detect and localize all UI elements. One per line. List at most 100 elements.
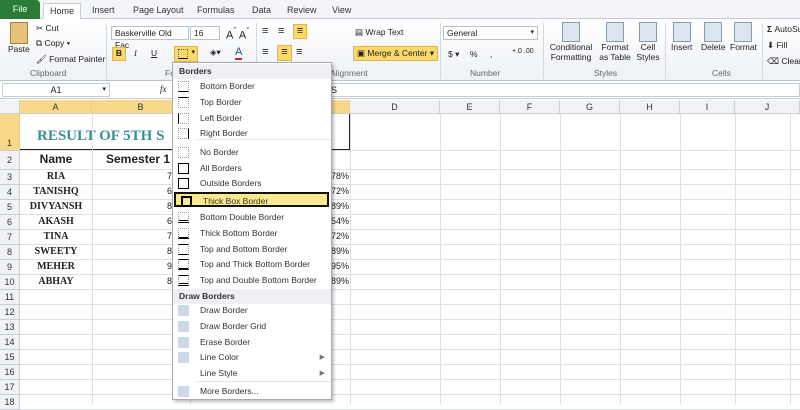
menu-item-line-style[interactable]: Line Style ▶ [173,366,331,381]
name-cell[interactable]: TANISHQ [20,186,92,197]
tab-file[interactable]: File [0,0,40,19]
menu-item-thick-box-border[interactable]: Thick Box Border [174,192,329,207]
column-header-d[interactable]: D [350,100,440,114]
column-header-e[interactable]: E [440,100,500,114]
format-as-table-button[interactable]: Format as Table [598,22,632,62]
name-box[interactable]: A1 ▾ [2,83,110,97]
menu-item-all-borders[interactable]: All Borders [173,161,331,176]
currency-button[interactable]: $ ▾ [448,49,459,60]
menu-item-top-border[interactable]: Top Border [173,95,331,110]
menu-item-left-border[interactable]: Left Border [173,111,331,126]
value-cell[interactable]: 7 [92,171,172,181]
value-cell[interactable]: 8 [92,201,172,211]
conditional-formatting-button[interactable]: Conditional Formatting [546,22,596,62]
row-header-1[interactable]: 1 [0,114,20,151]
align-right-icon[interactable]: ≡ [296,46,302,58]
row-header-6[interactable]: 6 [0,215,20,230]
number-format-select[interactable]: General ▾ [443,26,538,40]
row-header-8[interactable]: 8 [0,245,20,260]
name-cell[interactable]: AKASH [20,216,92,227]
insert-cells-button[interactable]: Insert [671,22,692,52]
tab-insert[interactable]: Insert [86,3,121,19]
name-cell[interactable]: DIVYANSH [20,201,92,212]
fill-button[interactable]: ⬇ Fill [767,40,787,51]
name-cell[interactable]: ABHAY [20,276,92,287]
align-center-icon[interactable]: ≡ [277,45,292,61]
row-header-9[interactable]: 9 [0,260,20,275]
spreadsheet-grid[interactable]: A B C D E F G H I J RESULT OF 5TH S Name… [0,100,800,410]
menu-item-right-border[interactable]: Right Border [173,126,331,141]
row-header-11[interactable]: 11 [0,290,20,305]
menu-item-top-and-bottom-border[interactable]: Top and Bottom Border [173,242,331,257]
format-painter-button[interactable]: 🖌 Format Painter [36,54,105,65]
format-cells-button[interactable]: Format [730,22,757,52]
name-cell[interactable]: RIA [20,171,92,182]
menu-item-draw-border[interactable]: Draw Border [173,303,331,318]
column-header-f[interactable]: F [500,100,560,114]
tab-data[interactable]: Data [246,3,277,19]
delete-cells-button[interactable]: Delete [701,22,726,52]
menu-item-outside-borders[interactable]: Outside Borders [173,176,331,191]
font-name-select[interactable]: Baskerville Old Fac [111,26,189,50]
percent-button[interactable]: % [470,49,478,59]
column-header-j[interactable]: J [735,100,800,114]
menu-item-draw-border-grid[interactable]: Draw Border Grid [173,319,331,334]
value-cell[interactable]: 9 [92,261,172,271]
menu-item-no-border[interactable]: No Border [173,145,331,160]
clear-button[interactable]: ⌫ Clear [767,56,800,67]
row-header-3[interactable]: 3 [0,170,20,185]
merge-center-button[interactable]: ▣ Merge & Center ▾ [353,46,439,61]
row-header-7[interactable]: 7 [0,230,20,245]
value-cell[interactable]: 7 [92,231,172,241]
name-cell[interactable]: SWEETY [20,246,92,257]
name-cell[interactable]: TINA [20,231,92,242]
font-color-icon[interactable]: A [235,46,243,60]
row-header-14[interactable]: 14 [0,335,20,350]
menu-item-erase-border[interactable]: Erase Border [173,335,331,350]
row-header-2[interactable]: 2 [0,151,20,170]
column-header-g[interactable]: G [560,100,620,114]
column-header-a[interactable]: A [20,100,92,114]
align-middle-icon[interactable]: ≡ [278,25,284,37]
tab-view[interactable]: View [326,3,357,19]
menu-item-line-color[interactable]: Line Color ▶ [173,350,331,365]
decimal-icons[interactable]: +.0 .00 [512,48,534,55]
row-header-13[interactable]: 13 [0,320,20,335]
bold-button[interactable]: B [112,47,126,61]
value-cell[interactable]: 6 [92,216,172,226]
value-cell[interactable]: 6 [92,186,172,196]
align-top-icon[interactable]: ≡ [262,25,268,37]
row-header-15[interactable]: 15 [0,350,20,365]
align-left-icon[interactable]: ≡ [262,46,268,58]
align-bottom-icon[interactable]: ≡ [293,24,307,39]
cell-styles-button[interactable]: Cell Styles [634,22,662,62]
column-header-h[interactable]: H [620,100,680,114]
paste-button[interactable]: Paste [8,22,30,54]
value-cell[interactable]: 8 [92,276,172,286]
comma-button[interactable]: , [490,49,492,59]
italic-button[interactable]: I [134,48,137,58]
menu-item-top-and-double-bottom-border[interactable]: Top and Double Bottom Border [173,273,331,288]
menu-item-top-and-thick-bottom-border[interactable]: Top and Thick Bottom Border [173,257,331,272]
name-cell[interactable]: MEHER [20,261,92,272]
font-grow-icon[interactable]: Aˆ Aˇ [226,26,249,42]
row-header-16[interactable]: 16 [0,365,20,380]
wrap-text-button[interactable]: ▤ Wrap Text [355,27,403,38]
tab-formulas[interactable]: Formulas [191,3,241,19]
copy-button[interactable]: ⧉ Copy ▾ [36,38,70,49]
row-header-17[interactable]: 17 [0,380,20,395]
menu-item-bottom-border[interactable]: Bottom Border [173,79,331,94]
fill-color-icon[interactable]: ◈▾ [210,47,221,58]
row-header-5[interactable]: 5 [0,200,20,215]
autosum-button[interactable]: Σ AutoSum [767,24,800,34]
menu-item-more-borders[interactable]: More Borders... [173,384,331,399]
column-header-i[interactable]: I [680,100,735,114]
borders-button[interactable]: ▾ [174,46,198,62]
header-name[interactable]: Name [20,152,92,166]
row-header-4[interactable]: 4 [0,185,20,200]
select-all-corner[interactable] [0,100,20,114]
font-size-select[interactable]: 16 [190,26,220,40]
tab-home[interactable]: Home [43,3,82,20]
tab-review[interactable]: Review [281,3,323,19]
underline-button[interactable]: U [151,48,157,58]
